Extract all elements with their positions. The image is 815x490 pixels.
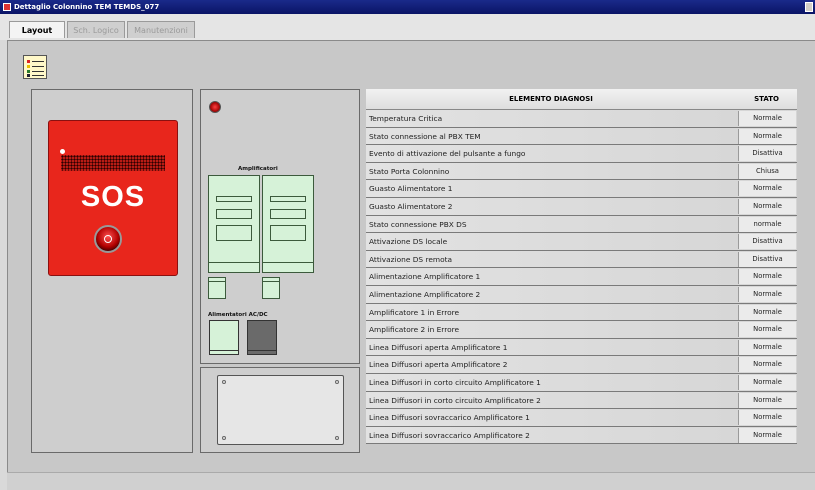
element-cell: Linea Diffusori sovraccarico Amplificato… <box>369 413 530 423</box>
status-cell: Normale <box>738 111 796 126</box>
tab-sch-logico[interactable]: Sch. Logico <box>67 21 125 38</box>
table-body: Temperatura Critica Normale Stato connessi… <box>366 110 797 445</box>
alarm-led-icon[interactable] <box>209 101 221 113</box>
element-cell: Attivazione DS locale <box>369 237 448 247</box>
amplifier-1[interactable] <box>208 175 260 273</box>
status-cell: normale <box>738 216 796 232</box>
table-row[interactable]: Linea Diffusori aperta Amplificatore 1 No… <box>366 338 797 357</box>
table-row[interactable]: Stato connessione al PBX TEM Normale <box>366 127 797 146</box>
status-cell: Normale <box>738 322 796 338</box>
legend-list-icon[interactable] <box>23 55 47 79</box>
element-cell: Guasto Alimentatore 2 <box>369 201 453 211</box>
status-cell: Normale <box>738 198 796 214</box>
status-cell: Disattiva <box>738 251 796 267</box>
table-row[interactable]: Linea Diffusori in corto circuito Amplif… <box>366 391 797 410</box>
tab-manutenzioni[interactable]: Manutenzioni <box>127 21 195 38</box>
amplifier-2-module[interactable] <box>262 277 280 299</box>
element-cell: Stato connessione al PBX TEM <box>369 131 481 141</box>
status-cell: Normale <box>738 357 796 373</box>
table-row[interactable]: Guasto Alimentatore 1 Normale <box>366 180 797 198</box>
status-cell: Normale <box>738 392 796 408</box>
element-cell: Attivazione DS remota <box>369 254 453 264</box>
element-cell: Guasto Alimentatore 1 <box>369 184 453 194</box>
element-cell: Evento di attivazione del pulsante a fun… <box>369 149 526 159</box>
status-cell: Chiusa <box>738 163 796 179</box>
table-row[interactable]: Amplificatore 2 in Errore Normale <box>366 321 797 339</box>
status-cell: Normale <box>738 374 796 390</box>
status-cell: Disattiva <box>738 146 796 162</box>
element-cell: Linea Diffusori in corto circuito Amplif… <box>369 377 541 387</box>
status-cell: Normale <box>738 410 796 426</box>
element-cell: Linea Diffusori sovraccarico Amplificato… <box>369 430 530 440</box>
status-bar <box>7 472 815 490</box>
element-cell: Stato Porta Colonnino <box>369 166 450 176</box>
sos-label: SOS <box>80 181 146 213</box>
table-row[interactable]: Amplificatore 1 in Errore Normale <box>366 303 797 322</box>
amplifier-2[interactable] <box>262 175 314 273</box>
table-row[interactable]: Stato connessione PBX DS normale <box>366 215 797 234</box>
power-supply-2[interactable] <box>247 320 277 355</box>
power-supply-1[interactable] <box>209 320 239 355</box>
header-status: STATO <box>754 95 779 103</box>
element-cell: Amplificatore 2 in Errore <box>369 325 460 335</box>
element-cell: Alimentazione Amplificatore 1 <box>369 272 481 282</box>
status-led-icon <box>60 149 65 154</box>
sos-device[interactable]: SOS <box>48 120 178 276</box>
window-title: Dettaglio Colonnino TEM TEMDS_077 <box>14 3 160 11</box>
element-cell: Temperatura Critica <box>369 114 443 123</box>
table-header: ELEMENTO DIAGNOSI STATO <box>366 89 797 110</box>
title-bar: Dettaglio Colonnino TEM TEMDS_077 <box>0 0 815 14</box>
table-row[interactable]: Temperatura Critica Normale <box>366 110 797 128</box>
element-cell: Alimentazione Amplificatore 2 <box>369 289 481 299</box>
tab-layout[interactable]: Layout <box>9 21 65 38</box>
header-element: ELEMENTO DIAGNOSI <box>509 95 593 103</box>
element-cell: Linea Diffusori in corto circuito Amplif… <box>369 395 541 405</box>
table-row[interactable]: Linea Diffusori sovraccarico Amplificato… <box>366 426 797 445</box>
diagnostics-table: ELEMENTO DIAGNOSI STATO Temperatura Crit… <box>366 89 797 445</box>
speaker-grille <box>61 155 165 171</box>
amplifier-1-module[interactable] <box>208 277 226 299</box>
status-cell: Normale <box>738 339 796 355</box>
table-row[interactable]: Linea Diffusori in corto circuito Amplif… <box>366 373 797 392</box>
screw-icon <box>222 380 226 384</box>
table-row[interactable]: Alimentazione Amplificatore 1 Normale <box>366 268 797 286</box>
screw-icon <box>335 436 339 440</box>
element-cell: Amplificatore 1 in Errore <box>369 307 460 317</box>
table-row[interactable]: Attivazione DS remota Disattiva <box>366 250 797 269</box>
table-row[interactable]: Stato Porta Colonnino Chiusa <box>366 162 797 181</box>
element-cell: Stato connessione PBX DS <box>369 219 467 229</box>
app-icon <box>3 3 11 11</box>
table-row[interactable]: Linea Diffusori aperta Amplificatore 2 No… <box>366 356 797 374</box>
status-cell: Normale <box>738 128 796 144</box>
window-control-button[interactable] <box>805 2 813 12</box>
screw-icon <box>335 380 339 384</box>
status-cell: Normale <box>738 269 796 285</box>
amplifiers-label: Amplificatori <box>238 166 278 172</box>
element-cell: Linea Diffusori aperta Amplificatore 1 <box>369 342 508 352</box>
sos-push-button[interactable] <box>94 225 122 253</box>
table-row[interactable]: Linea Diffusori sovraccarico Amplificato… <box>366 409 797 427</box>
screw-icon <box>222 436 226 440</box>
status-cell: Normale <box>738 181 796 197</box>
psu-label: Alimentatori AC/DC <box>208 312 268 318</box>
status-cell: Normale <box>738 286 796 302</box>
status-cell: Disattiva <box>738 234 796 250</box>
tab-bar: Layout Sch. Logico Manutenzioni <box>0 14 815 40</box>
table-row[interactable]: Attivazione DS locale Disattiva <box>366 233 797 251</box>
table-row[interactable]: Evento di attivazione del pulsante a fun… <box>366 145 797 163</box>
cover-plate <box>217 375 344 445</box>
element-cell: Linea Diffusori aperta Amplificatore 2 <box>369 360 508 370</box>
table-row[interactable]: Alimentazione Amplificatore 2 Normale <box>366 285 797 304</box>
status-cell: Normale <box>738 427 796 443</box>
table-row[interactable]: Guasto Alimentatore 2 Normale <box>366 197 797 216</box>
status-cell: Normale <box>738 304 796 320</box>
